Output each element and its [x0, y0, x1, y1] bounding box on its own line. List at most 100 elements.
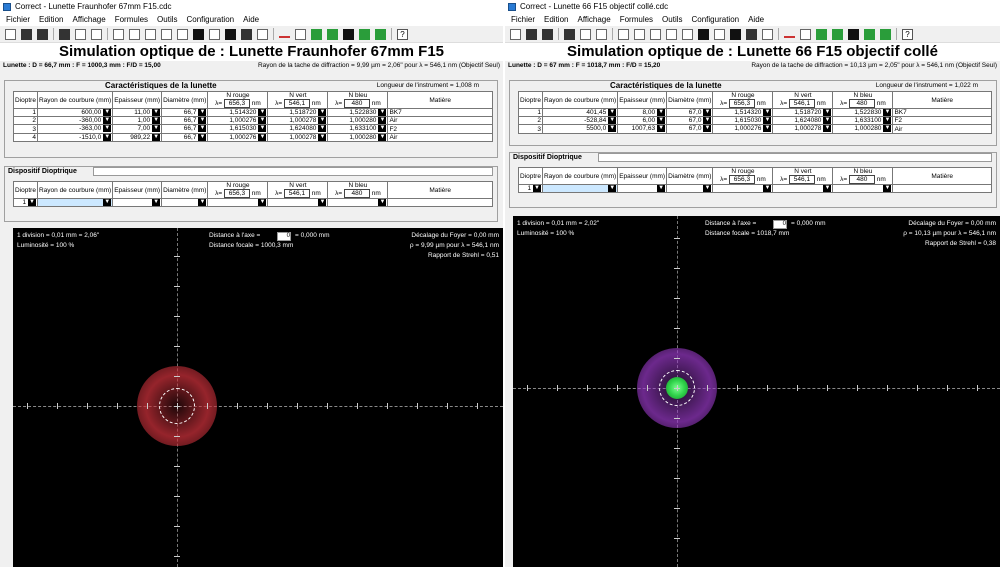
cell-diametre[interactable]: 67,0 ▼	[666, 124, 714, 134]
spot-diagram-icon[interactable]	[193, 28, 204, 40]
wl-blue-input[interactable]: 480	[343, 189, 370, 198]
cell-diametre-input[interactable]: ▼	[161, 197, 209, 208]
arrow-down-icon[interactable]: ▼	[198, 199, 207, 207]
wave-icon[interactable]	[279, 31, 290, 38]
lens-icon[interactable]	[145, 28, 156, 40]
pointer-icon[interactable]	[161, 28, 172, 40]
menu-outils[interactable]: Outils	[157, 15, 177, 24]
wl-green-input[interactable]: 546,1	[788, 99, 815, 108]
arrow-down-icon[interactable]: ▼	[657, 125, 666, 133]
arrow-down-icon[interactable]: ▼	[657, 117, 666, 125]
arrow-down-icon[interactable]: ▼	[703, 109, 712, 116]
undo-icon[interactable]	[618, 28, 629, 40]
ray-trace-icon[interactable]	[864, 28, 875, 40]
print-icon[interactable]	[564, 28, 575, 40]
cell-diametre[interactable]: 66,7 ▼	[161, 107, 209, 118]
arrow-down-icon[interactable]: ▼	[763, 185, 772, 193]
lens-icon[interactable]	[650, 28, 661, 40]
arrow-down-icon[interactable]: ▼	[883, 117, 892, 125]
arrow-down-icon[interactable]: ▼	[103, 125, 112, 133]
wl-green-input[interactable]: 546,1	[788, 175, 815, 184]
cell-nvert[interactable]: 1,518720 ▼	[772, 107, 834, 118]
cell-rayon[interactable]: 600,00 ▼	[36, 107, 114, 118]
arrow-down-icon[interactable]: ▼	[763, 109, 772, 116]
arrow-down-icon[interactable]: ▼	[103, 109, 112, 116]
cell-rayon[interactable]: -360,00 ▼	[36, 116, 114, 126]
cell-rayon[interactable]: -528,84 ▼	[541, 116, 619, 126]
lens-design-icon[interactable]	[800, 28, 811, 40]
arrow-down-icon[interactable]: ▼	[258, 109, 267, 116]
dispositif-name-field[interactable]	[93, 167, 493, 176]
save-icon[interactable]	[37, 28, 48, 40]
cell-matiere[interactable]: Air	[387, 132, 493, 142]
cell-matiere[interactable]: Air	[892, 124, 992, 134]
cell-matiere[interactable]: F2	[387, 124, 493, 134]
arrow-down-icon[interactable]: ▼	[152, 199, 161, 207]
dist-axe-input[interactable]: 0	[773, 220, 787, 229]
arrow-down-icon[interactable]: ▼	[103, 199, 112, 207]
cell-nvert[interactable]: 1,518720 ▼	[267, 107, 329, 118]
arrow-down-icon[interactable]: ▼	[608, 109, 617, 116]
cell-diametre[interactable]: 66,7 ▼	[161, 116, 209, 126]
cell-nrouge[interactable]: 1,615030 ▼	[712, 116, 774, 126]
move-icon[interactable]	[241, 28, 252, 40]
wl-blue-input[interactable]: 480	[848, 99, 875, 108]
arrow-down-icon[interactable]: ▼	[703, 125, 712, 133]
cell-nbleu[interactable]: 1,633100 ▼	[327, 124, 389, 134]
redo-icon[interactable]	[129, 28, 140, 40]
arrow-down-icon[interactable]: ▼	[378, 117, 387, 125]
star-test-icon[interactable]	[343, 28, 354, 40]
cell-rayon-input[interactable]: ▼	[541, 183, 619, 194]
cell-rayon[interactable]: 401,45 ▼	[541, 107, 619, 118]
cell-nrouge-input[interactable]: ▼	[712, 183, 774, 194]
cell-epaisseur[interactable]: 7,00 ▼	[112, 124, 163, 134]
graph-icon[interactable]	[177, 28, 188, 40]
new-file-icon[interactable]	[510, 28, 521, 40]
arrow-down-icon[interactable]: ▼	[198, 125, 207, 133]
wl-red-input[interactable]: 656,3	[728, 99, 755, 108]
cell-nbleu[interactable]: 1,522830 ▼	[327, 107, 389, 118]
cell-nbleu[interactable]: 1,633100 ▼	[832, 116, 894, 126]
wl-blue-input[interactable]: 480	[848, 175, 875, 184]
arrow-down-icon[interactable]: ▼	[608, 117, 617, 125]
wl-green-input[interactable]: 546,1	[283, 189, 310, 198]
target-icon[interactable]	[730, 28, 741, 40]
cell-diametre[interactable]: 67,0 ▼	[666, 116, 714, 126]
arrow-down-icon[interactable]: ▼	[608, 185, 617, 193]
arrow-down-icon[interactable]: ▼	[103, 133, 112, 141]
arrow-down-icon[interactable]: ▼	[378, 109, 387, 116]
arrow-down-icon[interactable]: ▼	[152, 109, 161, 116]
cell-matiere-input[interactable]	[892, 183, 992, 194]
menu-fichier[interactable]: Fichier	[6, 15, 30, 24]
graph-icon[interactable]	[682, 28, 693, 40]
zoom-icon[interactable]	[596, 28, 607, 40]
field-icon[interactable]	[375, 28, 386, 40]
cell-nbleu[interactable]: 1,000280 ▼	[327, 132, 389, 142]
menu-configuration[interactable]: Configuration	[187, 15, 235, 24]
spot-diagram-view[interactable]: 1 division = 0,01 mm = 2,06" Luminosité …	[13, 228, 503, 567]
menu-affichage[interactable]: Affichage	[72, 15, 105, 24]
cell-diametre[interactable]: 67,0 ▼	[666, 107, 714, 118]
cell-matiere[interactable]: Air	[387, 116, 493, 126]
arrow-down-icon[interactable]: ▼	[318, 199, 327, 207]
cell-rayon[interactable]: -1510,0 ▼	[36, 132, 114, 142]
optimize-icon[interactable]	[327, 28, 338, 40]
cell-nrouge[interactable]: 1,000276 ▼	[207, 132, 269, 142]
menu-aide[interactable]: Aide	[748, 15, 764, 24]
arrow-down-icon[interactable]: ▼	[258, 199, 267, 207]
wl-red-input[interactable]: 656,3	[223, 189, 250, 198]
cell-nvert-input[interactable]: ▼	[772, 183, 834, 194]
open-folder-icon[interactable]	[21, 28, 32, 40]
arrow-down-icon[interactable]: ▼	[657, 109, 666, 116]
ray-trace-icon[interactable]	[359, 28, 370, 40]
cell-nrouge[interactable]: 1,615030 ▼	[207, 124, 269, 134]
arrow-down-icon[interactable]: ▼	[198, 117, 207, 125]
cell-nrouge[interactable]: 1,000276 ▼	[207, 116, 269, 126]
arrow-down-icon[interactable]: ▼	[378, 199, 387, 207]
image-icon[interactable]	[580, 28, 591, 40]
arrow-down-icon[interactable]: ▼	[657, 185, 666, 193]
menu-formules[interactable]: Formules	[620, 15, 653, 24]
arrow-down-icon[interactable]: ▼	[152, 133, 161, 141]
arrow-down-icon[interactable]: ▼	[378, 125, 387, 133]
optimize-icon[interactable]	[832, 28, 843, 40]
